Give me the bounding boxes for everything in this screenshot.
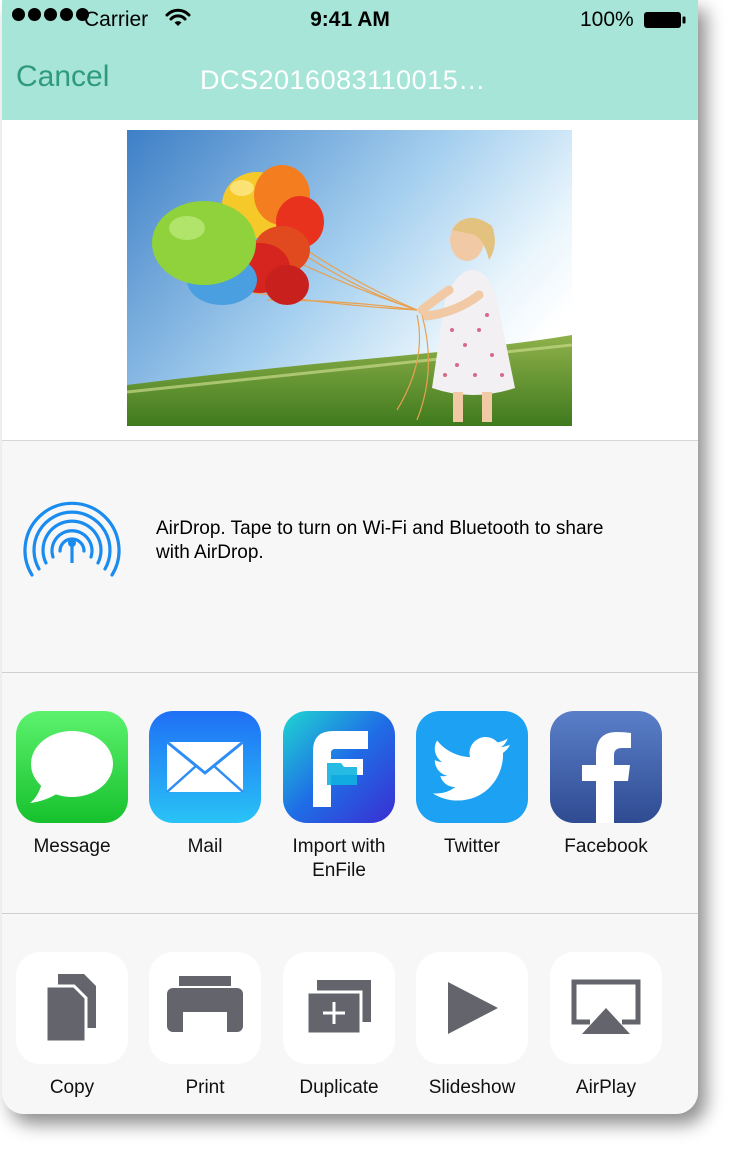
share-app-message[interactable]: Message <box>7 711 137 859</box>
action-label: Slideshow <box>428 1077 516 1098</box>
twitter-icon <box>416 711 528 823</box>
action-print[interactable]: Print <box>140 952 270 1100</box>
airdrop-icon <box>23 487 121 579</box>
status-bar: Carrier 9:41 AM 100% <box>2 0 698 40</box>
battery-percent: 100% <box>580 8 634 31</box>
slideshow-icon <box>416 952 528 1064</box>
app-label: Message <box>33 836 111 857</box>
duplicate-icon <box>283 952 395 1064</box>
photo-thumbnail <box>127 130 572 426</box>
message-icon <box>16 711 128 823</box>
image-preview-area <box>2 120 698 441</box>
action-label: Copy <box>49 1077 95 1098</box>
action-duplicate[interactable]: Duplicate <box>274 952 404 1100</box>
action-label: Print <box>185 1077 225 1098</box>
app-label: Import with EnFile <box>292 836 386 881</box>
mail-icon <box>149 711 261 823</box>
airplay-icon <box>550 952 662 1064</box>
share-app-mail[interactable]: Mail <box>140 711 270 859</box>
airdrop-message: AirDrop. Tape to turn on Wi-Fi and Bluet… <box>156 518 604 563</box>
app-label: Facebook <box>564 836 648 857</box>
header: Carrier 9:41 AM 100% Cancel DCS201608311… <box>2 0 698 120</box>
app-label: Mail <box>187 836 223 857</box>
action-copy[interactable]: Copy <box>7 952 137 1100</box>
print-icon <box>149 952 261 1064</box>
share-app-twitter[interactable]: Twitter <box>407 711 537 859</box>
app-label: Twitter <box>444 836 500 857</box>
enfile-icon <box>283 711 395 823</box>
battery-icon <box>643 11 686 28</box>
action-label: AirPlay <box>575 1077 637 1098</box>
action-airplay[interactable]: AirPlay <box>541 952 671 1100</box>
facebook-icon <box>550 711 662 823</box>
navigation-bar: Cancel DCS2016083110015… <box>2 50 698 110</box>
cancel-button[interactable]: Cancel <box>16 60 109 94</box>
action-label: Duplicate <box>299 1077 379 1098</box>
action-row: Copy Print Duplicate Slideshow AirPlay <box>2 914 698 1114</box>
copy-icon <box>16 952 128 1064</box>
action-slideshow[interactable]: Slideshow <box>407 952 537 1100</box>
share-app-enfile[interactable]: Import with EnFile <box>274 711 404 883</box>
share-app-facebook[interactable]: Facebook <box>541 711 671 859</box>
app-share-row: Message Mail Import with EnFile Twitter … <box>2 673 698 914</box>
airdrop-section[interactable]: AirDrop. Tape to turn on Wi-Fi and Bluet… <box>2 441 698 673</box>
share-sheet-screen: Carrier 9:41 AM 100% Cancel DCS201608311… <box>2 0 698 1114</box>
file-title: DCS2016083110015… <box>200 65 486 95</box>
